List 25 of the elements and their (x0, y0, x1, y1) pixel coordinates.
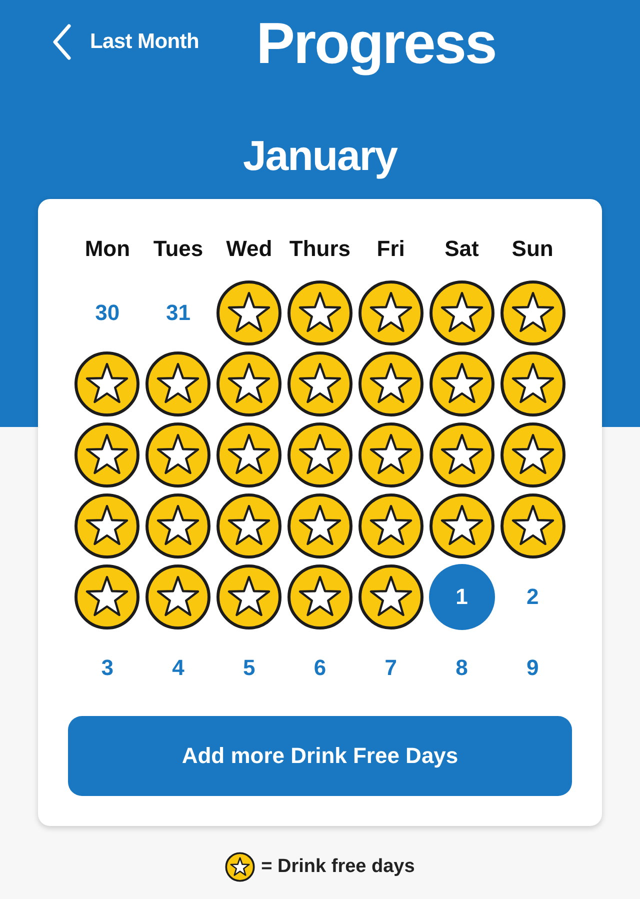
calendar-day[interactable]: 2 (522, 582, 543, 612)
month-title: January (242, 131, 398, 181)
calendar-day[interactable]: 31 (162, 298, 195, 328)
weekday-label: Thurs (289, 235, 351, 263)
calendar-day[interactable]: 5 (239, 653, 260, 683)
calendar-day[interactable]: 7 (380, 653, 401, 683)
calendar-day[interactable]: 8 (452, 653, 472, 683)
star-coin-icon (225, 852, 256, 882)
weekday-label: Mon (84, 235, 130, 263)
weekday-label: Sun (512, 235, 554, 263)
weekday-label: Fri (376, 235, 405, 263)
weekday-label: Tues (153, 235, 204, 263)
back-button[interactable]: Last Month (48, 24, 203, 60)
add-days-button[interactable]: Add more Drink Free Days (68, 716, 572, 796)
weekday-label: Sat (444, 235, 479, 263)
page-title: Progress (256, 10, 496, 78)
calendar-day[interactable]: 6 (310, 653, 330, 683)
calendar-day[interactable]: 3 (97, 653, 118, 683)
weekday-label: Wed (226, 235, 272, 263)
chevron-left-icon (52, 24, 72, 60)
calendar-day[interactable]: 9 (522, 653, 543, 683)
legend-label: = Drink free days (261, 856, 415, 878)
calendar-day[interactable]: 30 (91, 298, 124, 328)
calendar-day[interactable]: 1 (428, 564, 495, 630)
calendar-day[interactable]: 4 (168, 653, 188, 683)
